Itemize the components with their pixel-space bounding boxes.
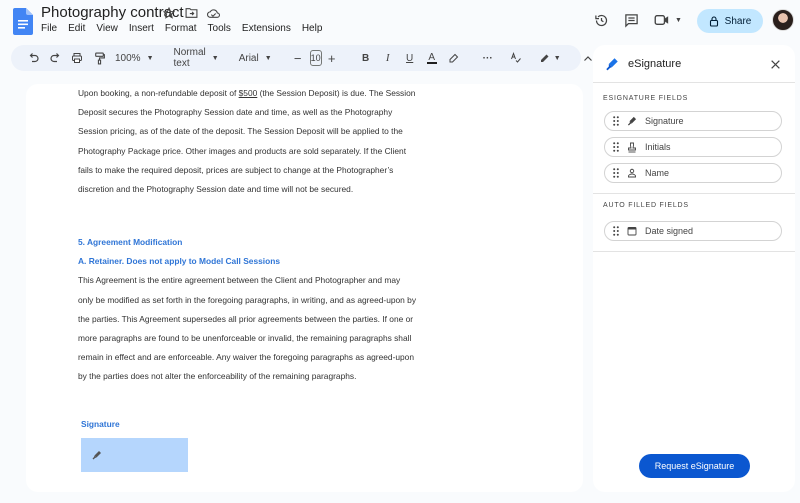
menu-edit[interactable]: Edit — [68, 23, 85, 34]
drag-handle-icon — [613, 226, 619, 236]
highlight-icon[interactable] — [444, 48, 464, 68]
field-label: Date signed — [645, 226, 694, 236]
field-label: Signature — [645, 116, 684, 126]
star-icon[interactable] — [162, 6, 176, 20]
menu-help[interactable]: Help — [302, 23, 323, 34]
menu-tools[interactable]: Tools — [208, 23, 231, 34]
increase-font-size-button[interactable]: + — [322, 48, 342, 68]
version-history-icon[interactable] — [590, 9, 612, 31]
paragraph-line: only be modified as set forth in the for… — [78, 294, 417, 305]
docs-logo-icon[interactable] — [13, 8, 33, 35]
divider — [593, 193, 795, 194]
share-button[interactable]: Share — [697, 9, 763, 33]
section-heading: 5. Agreement Modification — [78, 237, 183, 247]
menu-extensions[interactable]: Extensions — [242, 23, 291, 34]
font-select[interactable]: Arial ▼ — [235, 53, 276, 64]
paragraph-style-select[interactable]: Normal text ▼ — [170, 47, 223, 69]
menu-format[interactable]: Format — [165, 23, 197, 34]
comments-icon[interactable] — [620, 9, 642, 31]
field-label: Initials — [645, 142, 671, 152]
field-chip-initials[interactable]: Initials — [604, 137, 782, 157]
request-esignature-button[interactable]: Request eSignature — [639, 454, 750, 478]
stamp-icon — [628, 142, 636, 152]
signature-field[interactable] — [81, 438, 188, 472]
paragraph-line: Photography Package price. Other images … — [78, 145, 407, 156]
panel-title: eSignature — [628, 58, 682, 70]
esignature-logo-icon — [605, 57, 619, 76]
section-label: AUTO FILLED FIELDS — [603, 202, 689, 209]
paragraph-line: the parties. This Agreement supersedes a… — [78, 313, 414, 324]
cloud-saved-icon[interactable] — [206, 6, 220, 20]
signature-pen-icon — [627, 116, 637, 126]
paragraph-line: more paragraphs are found to be unenforc… — [78, 333, 412, 344]
person-icon — [628, 168, 636, 178]
calendar-icon — [627, 227, 637, 236]
close-icon[interactable] — [767, 56, 783, 72]
italic-button[interactable]: I — [378, 48, 398, 68]
text-color-swatch — [426, 61, 437, 64]
field-chip-signature[interactable]: Signature — [604, 111, 782, 131]
deposit-amount: $500 — [238, 88, 258, 98]
move-folder-icon[interactable] — [184, 6, 198, 20]
menu-view[interactable]: View — [96, 23, 118, 34]
chevron-down-icon: ▼ — [553, 54, 561, 62]
paragraph-line: remain in effect and are enforceable. An… — [78, 352, 414, 363]
paragraph-line: discretion and the Photography Session d… — [78, 184, 354, 195]
menu-file[interactable]: File — [41, 23, 57, 34]
pencil-icon — [540, 54, 549, 62]
decrease-font-size-button[interactable]: − — [288, 48, 308, 68]
field-chip-date-signed[interactable]: Date signed — [604, 221, 782, 241]
subsection-heading: A. Retainer. Does not apply to Model Cal… — [78, 256, 280, 267]
formatting-toolbar: 100% ▼ Normal text ▼ Arial ▼ − 10 + B I … — [11, 45, 592, 71]
esignature-panel: eSignature ESIGNATURE FIELDS Signature I… — [593, 45, 795, 492]
signature-label: Signature — [81, 419, 120, 429]
document-body[interactable]: Upon booking, a non-refundable deposit o… — [78, 84, 468, 199]
drag-handle-icon — [613, 116, 619, 126]
style-value: Normal text — [173, 47, 206, 69]
paragraph-line: Upon booking, a non-refundable deposit o… — [78, 88, 416, 98]
underline-button[interactable]: U — [400, 48, 420, 68]
field-label: Name — [645, 168, 670, 178]
lock-icon — [709, 15, 718, 27]
zoom-select[interactable]: 100% ▼ — [111, 53, 158, 64]
menu-insert[interactable]: Insert — [129, 23, 154, 34]
undo-icon[interactable] — [23, 48, 43, 68]
zoom-value: 100% — [115, 52, 141, 64]
redo-icon[interactable] — [45, 48, 65, 68]
divider — [593, 251, 795, 252]
paragraph-line: This Agreement is the entire agreement b… — [78, 275, 401, 286]
chevron-down-icon: ▼ — [211, 54, 219, 62]
font-value: Arial — [238, 52, 259, 64]
paragraph-line: by the parties does not alter the enforc… — [78, 371, 357, 382]
avatar[interactable] — [772, 9, 794, 31]
print-icon[interactable] — [67, 48, 87, 68]
text-color-icon: A — [428, 51, 435, 63]
font-size-input[interactable]: 10 — [309, 50, 322, 66]
paragraph-line: Deposit secures the Photography Session … — [78, 107, 393, 118]
chevron-down-icon: ▼ — [675, 16, 682, 24]
menu-bar: File Edit View Insert Format Tools Exten… — [41, 23, 322, 34]
field-chip-name[interactable]: Name — [604, 163, 782, 183]
video-camera-icon — [654, 15, 669, 25]
paragraph-line: fails to make the required deposit, pric… — [78, 164, 394, 175]
text-color-button[interactable]: A — [422, 48, 442, 68]
document-page[interactable]: Upon booking, a non-refundable deposit o… — [26, 84, 583, 492]
more-options-button[interactable]: ··· — [478, 48, 498, 68]
signature-pen-icon — [92, 450, 101, 459]
bold-button[interactable]: B — [356, 48, 376, 68]
panel-header: eSignature — [593, 45, 795, 83]
editing-mode-button[interactable]: ▼ — [536, 48, 564, 68]
meet-button[interactable]: ▼ — [651, 9, 685, 31]
paint-format-icon[interactable] — [89, 48, 109, 68]
spellcheck-icon[interactable] — [506, 48, 526, 68]
section-label: ESIGNATURE FIELDS — [603, 95, 689, 102]
drag-handle-icon — [613, 168, 619, 178]
drag-handle-icon — [613, 142, 619, 152]
chevron-down-icon: ▼ — [264, 54, 272, 62]
paragraph-line: Session pricing, as of the date of the d… — [78, 126, 403, 137]
chevron-down-icon: ▼ — [146, 54, 154, 62]
share-label: Share — [724, 15, 752, 27]
